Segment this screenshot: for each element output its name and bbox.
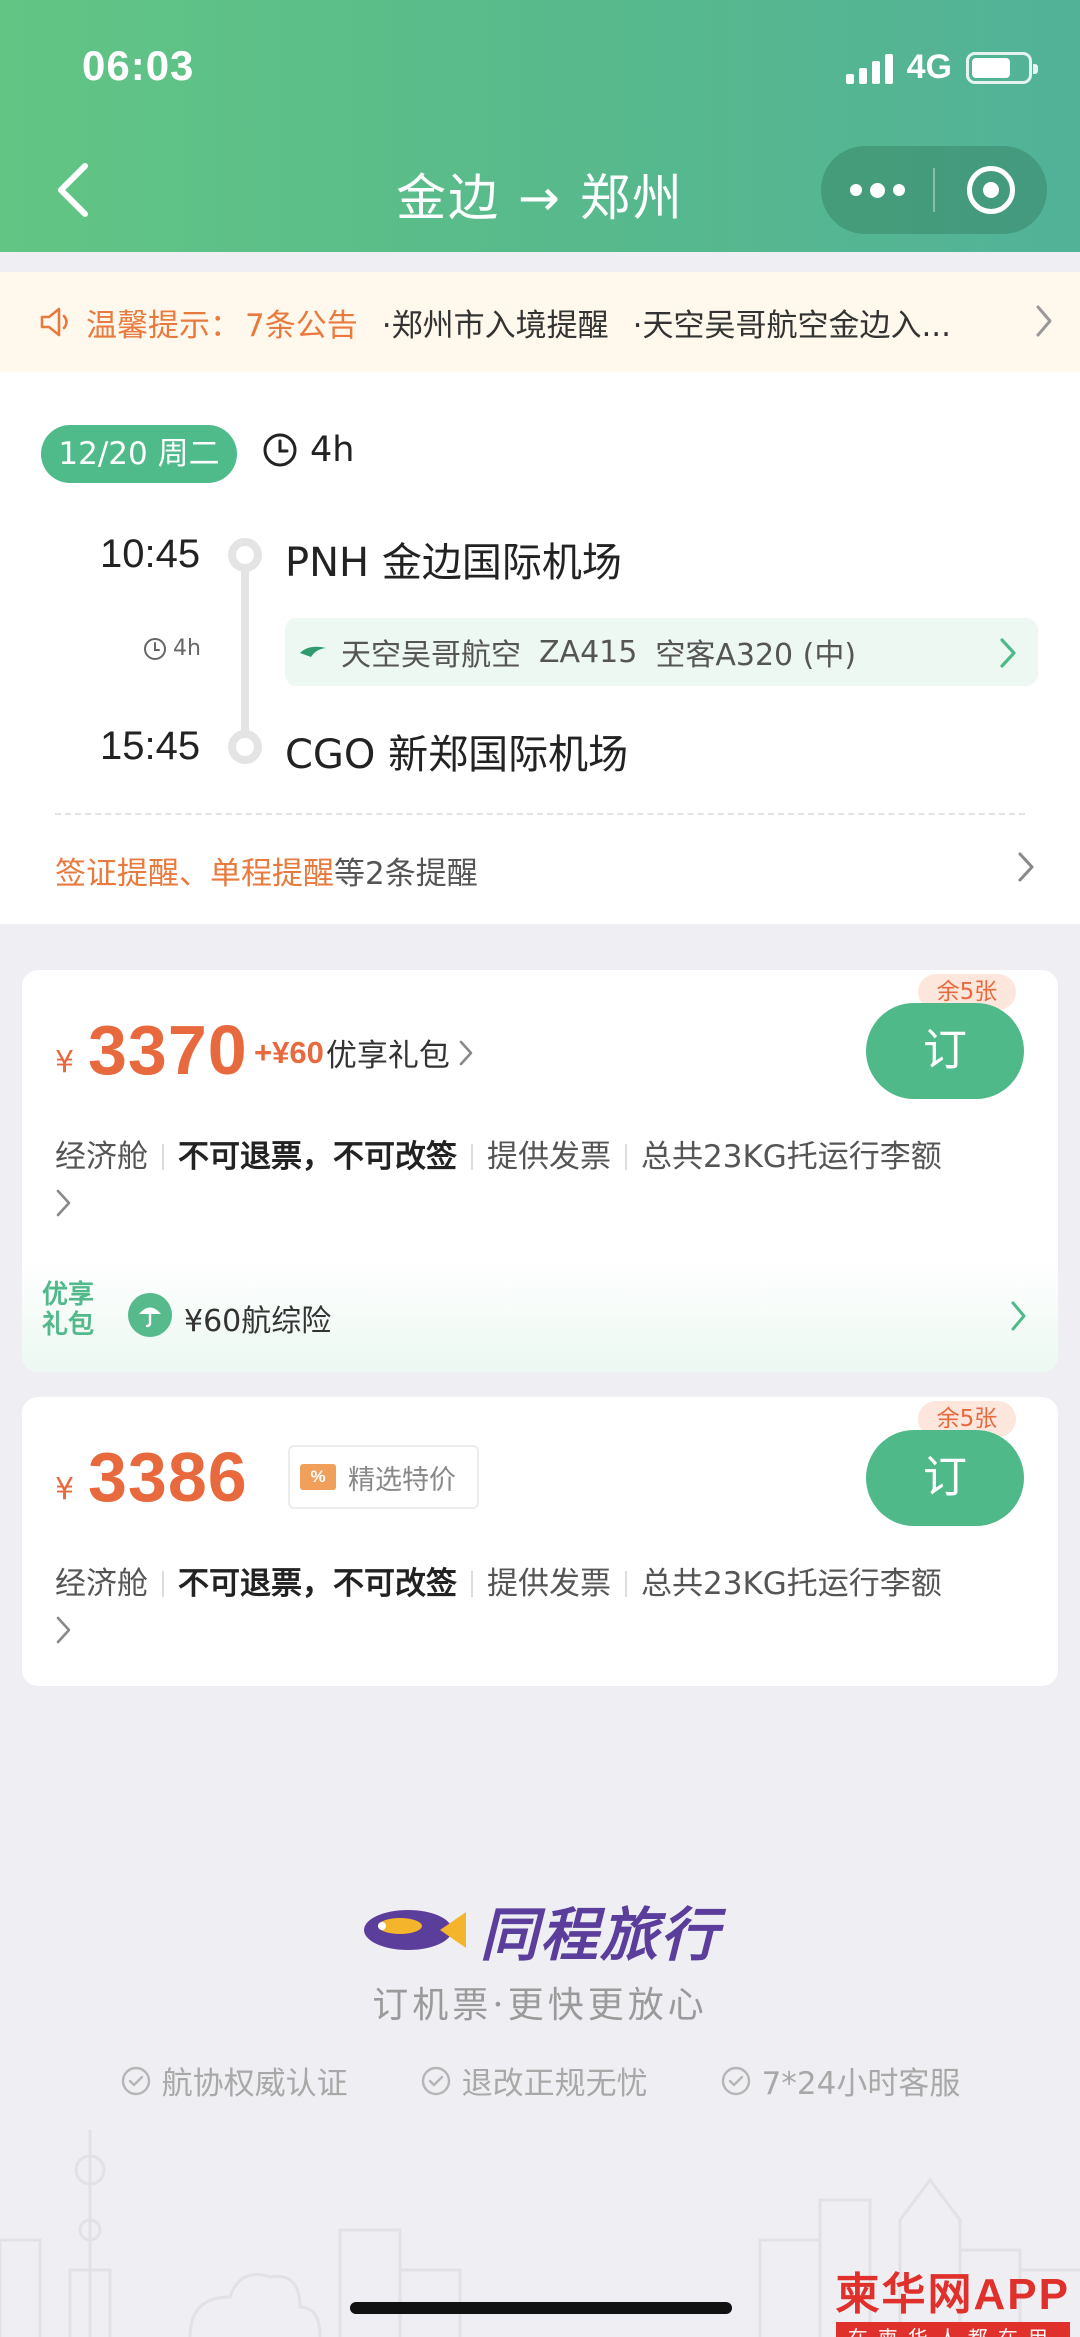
invoice-info: 提供发票 [487,1566,611,1602]
reminder-highlight: 签证提醒、单程提醒 [55,856,334,892]
miniprogram-capsule [821,146,1047,234]
addon-name: 优享礼包 [325,1038,450,1074]
clock-icon [144,637,166,660]
watermark-logo: 柬华网APP 在柬华人都在用 [835,2258,1070,2337]
guarantee-item: 航协权威认证 [120,2058,348,2103]
arrival-dot [228,730,262,764]
check-circle-icon [121,2066,150,2095]
special-fare-label: 精选特价 [348,1464,456,1496]
battery-icon [966,51,1038,84]
network-label: 4G [906,48,952,86]
divider [55,813,1025,815]
book-button[interactable]: 订 [866,1003,1024,1099]
header-bar: 06:03 4G 金边 → 郑州 [0,0,1080,252]
signal-icon [845,52,893,84]
reminder-row[interactable]: 签证提醒、单程提醒等2条提醒 [55,848,478,893]
chevron-right-icon[interactable] [1016,850,1036,884]
umbrella-icon [128,1293,172,1337]
fare-rules[interactable]: 经济舱 不可退票，不可改签 提供发票 总共23KG托运行李额 [55,1560,1035,1652]
brand-fish-icon [363,1910,466,1950]
airline-logo-icon [300,646,326,657]
chevron-right-icon [56,1616,71,1644]
fare-rules[interactable]: 经济舱 不可退票，不可改签 提供发票 总共23KG托运行李额 [55,1133,1035,1225]
refund-policy: 不可退票，不可改签 [178,1566,457,1602]
invoice-info: 提供发票 [487,1139,611,1175]
refund-policy: 不可退票，不可改签 [178,1139,457,1175]
aircraft-type: 空客A320 (中) [655,638,857,673]
guarantee-item: 7*24小时客服 [720,2058,961,2103]
brand-name: 同程旅行 [479,1901,720,1969]
flight-number: ZA415 [539,634,638,670]
gift-package-label: 优享礼包 [41,1280,94,1340]
leg-duration: 4h [143,636,201,661]
arrival-airport: CGO 新郑国际机场 [285,732,629,778]
chevron-right-icon [1011,1301,1026,1331]
departure-time: 10:45 [100,532,201,576]
guarantee-label: 退改正规无忧 [461,2066,648,2102]
notice-tip-label: 温馨提示： [86,307,241,344]
leg-duration-text: 4h [173,636,201,661]
status-icons: 4G [845,48,1038,87]
airline-name: 天空吴哥航空 [341,638,521,673]
chevron-right-icon [1036,305,1052,337]
notice-item: ·郑州市入境提醒 [381,307,609,344]
guarantee-label: 7*24小时客服 [761,2066,961,2102]
watermark-subtitle: 在柬华人都在用 [835,2322,1070,2337]
currency-symbol: ¥ [55,1472,75,1507]
fare-card[interactable]: ¥ 3370 +¥60 优享礼包 余5张 订 经济舱 不可退票，不可改签 提供发… [22,970,1058,1372]
guarantee-item: 退改正规无忧 [420,2058,648,2103]
addon-package-link[interactable]: +¥60 优享礼包 [254,1030,474,1075]
watermark-title: 柬华网APP [835,2270,1070,2319]
cabin-class: 经济舱 [55,1566,148,1602]
close-miniprogram-icon[interactable] [935,146,1047,234]
gift-item: ¥60航综险 [184,1304,332,1339]
guarantee-list: 航协权威认证 退改正规无忧 7*24小时客服 [0,2058,1080,2103]
chevron-right-icon [459,1040,473,1065]
special-fare-badge: % 精选特价 [288,1445,479,1509]
date-badge: 12/20 周二 [41,425,237,483]
notice-bar[interactable]: 温馨提示： 7条公告 ·郑州市入境提醒 ·天空吴哥航空金边入... [0,272,1080,372]
check-circle-icon [421,2066,450,2095]
chevron-right-icon [1000,638,1016,668]
notice-item: ·天空吴哥航空金边入... [632,307,952,344]
book-button[interactable]: 订 [866,1430,1024,1526]
baggage-info: 总共23KG托运行李额 [641,1139,942,1175]
baggage-info: 总共23KG托运行李额 [641,1566,942,1602]
guarantee-label: 航协权威认证 [161,2066,348,2102]
total-duration-text: 4h [310,430,355,470]
brand-logo: 同程旅行 [0,1890,1080,1970]
percent-icon: % [300,1464,336,1490]
route-line [241,570,249,732]
fare-price: 3386 [88,1438,248,1516]
departure-dot [228,538,262,572]
fare-card[interactable]: ¥ 3386 % 精选特价 余5张 订 经济舱 不可退票，不可改签 提供发票 总… [22,1397,1058,1686]
arrival-time: 15:45 [100,724,201,768]
reminder-suffix: 等2条提醒 [334,856,478,892]
brand-slogan: 订机票·更快更放心 [372,1985,708,2026]
addon-price: +¥60 [254,1034,324,1070]
home-indicator[interactable] [350,2302,732,2314]
notice-count: 7条公告 [245,307,358,344]
chevron-right-icon [56,1189,71,1217]
clock-icon [263,433,297,467]
speaker-icon [40,307,68,337]
airline-info-row[interactable]: 天空吴哥航空 ZA415 空客A320 (中) [285,618,1038,686]
cabin-class: 经济舱 [55,1139,148,1175]
gift-package-row[interactable]: 优享礼包 ¥60航综险 [22,1260,1058,1372]
more-icon[interactable] [821,146,933,234]
total-duration: 4h [262,430,354,470]
check-circle-icon [721,2066,750,2095]
flight-info-card: 12/20 周二 4h 10:45 PNH 金边国际机场 4h 天空吴哥航空 Z… [0,372,1080,924]
status-time: 06:03 [82,42,195,89]
fare-price: 3370 [88,1011,248,1089]
departure-airport: PNH 金边国际机场 [285,540,622,586]
currency-symbol: ¥ [55,1045,75,1080]
